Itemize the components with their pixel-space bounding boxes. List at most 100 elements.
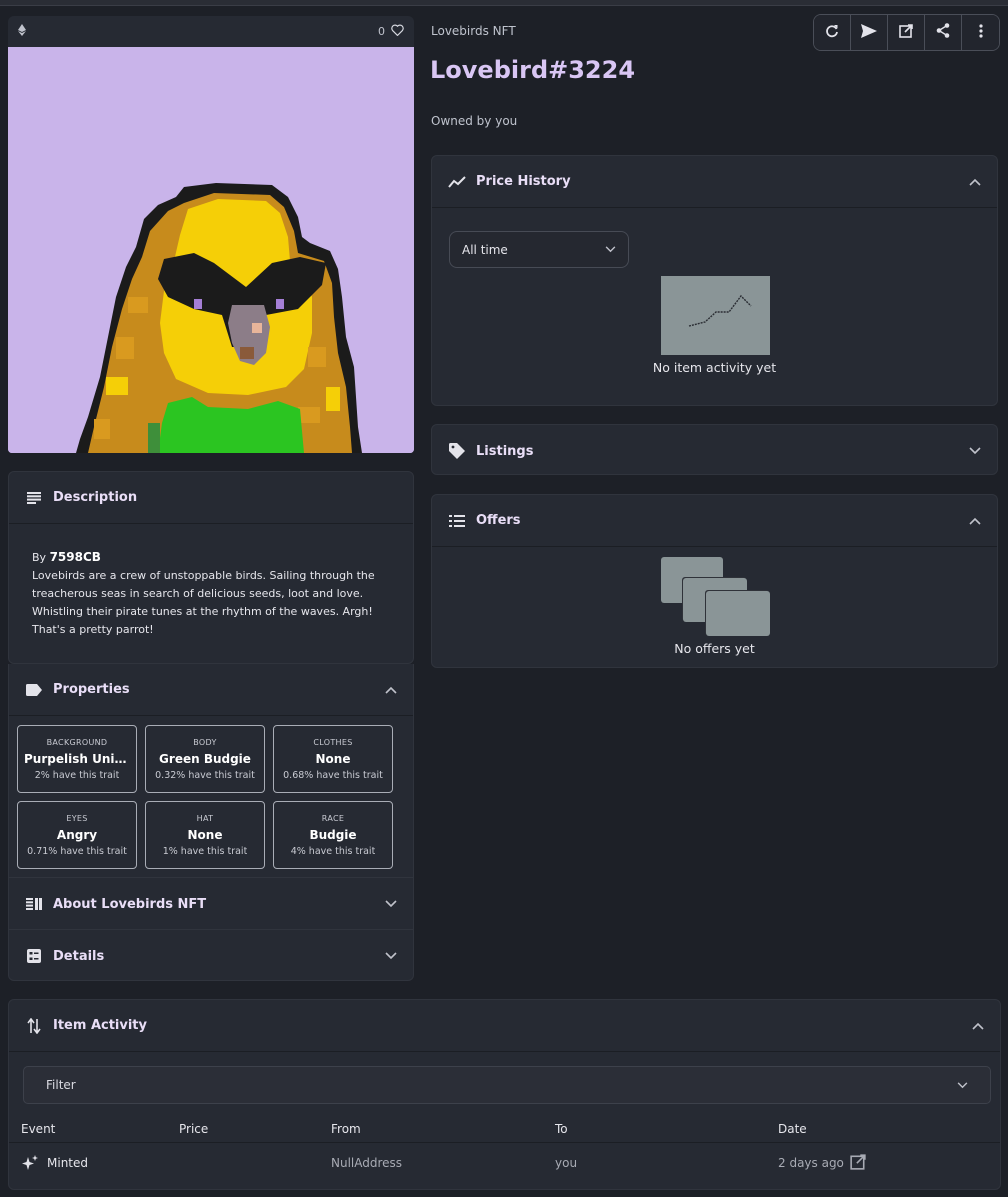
listings-header[interactable]: Listings xyxy=(432,425,997,477)
chevron-down-icon xyxy=(957,1079,968,1092)
item-activity-panel: Item Activity Filter Event Price From To… xyxy=(8,999,1001,1190)
listings-title: Listings xyxy=(476,443,534,459)
price-history-title: Price History xyxy=(476,174,571,189)
open-external-button[interactable] xyxy=(888,15,925,50)
trait-value: None xyxy=(187,827,223,842)
top-bar xyxy=(0,0,1008,6)
details-icon xyxy=(25,947,43,965)
offers-panel: Offers No offers yet xyxy=(431,494,998,668)
trait-card[interactable]: CLOTHES None 0.68% have this trait xyxy=(273,725,393,793)
to-cell[interactable]: you xyxy=(555,1156,577,1170)
chevron-down-icon[interactable] xyxy=(969,444,981,458)
chevron-down-icon[interactable] xyxy=(385,949,397,963)
properties-header[interactable]: Properties xyxy=(9,664,413,716)
properties-title: Properties xyxy=(53,682,130,697)
trait-rarity: 0.71% have this trait xyxy=(27,845,127,857)
column-date: Date xyxy=(778,1122,807,1136)
sparkles-icon xyxy=(21,1154,39,1175)
description-header[interactable]: Description xyxy=(9,472,413,524)
image-card-header: 0 xyxy=(8,16,414,47)
description-title: Description xyxy=(53,490,138,505)
trait-card[interactable]: RACE Budgie 4% have this trait xyxy=(273,801,393,869)
nft-artwork[interactable] xyxy=(8,47,414,453)
external-link-icon xyxy=(899,23,913,42)
trait-rarity: 4% have this trait xyxy=(290,845,376,857)
page-title: Lovebird#3224 xyxy=(430,56,636,84)
trait-value: None xyxy=(315,751,351,766)
more-button[interactable] xyxy=(962,15,999,50)
event-label: Minted xyxy=(47,1156,88,1170)
by-label: By xyxy=(32,551,47,564)
share-button[interactable] xyxy=(925,15,962,50)
time-range-value: All time xyxy=(462,242,508,257)
trait-card[interactable]: EYES Angry 0.71% have this trait xyxy=(17,801,137,869)
empty-chart-illustration xyxy=(661,276,770,355)
collection-link[interactable]: Lovebirds NFT xyxy=(431,24,516,38)
creator-line: By 7598CB xyxy=(32,548,390,567)
trait-card[interactable]: BACKGROUND Purpelish Unicorn 2% have thi… xyxy=(17,725,137,793)
table-row: Minted NullAddress you 2 days ago xyxy=(9,1151,1000,1177)
refresh-button[interactable] xyxy=(814,15,851,50)
filter-label: Filter xyxy=(46,1078,76,1092)
price-history-header[interactable]: Price History xyxy=(432,156,997,208)
collection-icon xyxy=(25,895,43,913)
about-title: About Lovebirds NFT xyxy=(53,896,207,912)
ethereum-icon xyxy=(18,24,26,39)
trait-rarity: 0.32% have this trait xyxy=(155,769,255,781)
offers-title: Offers xyxy=(476,513,521,528)
trait-type: RACE xyxy=(321,813,345,823)
column-from: From xyxy=(331,1122,361,1136)
creator-link[interactable]: 7598CB xyxy=(50,550,101,564)
external-link-icon[interactable] xyxy=(850,1154,866,1173)
chevron-up-icon[interactable] xyxy=(969,514,981,528)
tag-icon xyxy=(25,681,43,699)
details-title: Details xyxy=(53,948,105,964)
trending-icon xyxy=(448,173,466,191)
time-range-select[interactable]: All time xyxy=(449,231,629,268)
description-text: Lovebirds are a crew of unstoppable bird… xyxy=(32,569,375,636)
heart-icon[interactable] xyxy=(391,24,404,39)
trait-type: EYES xyxy=(66,813,88,823)
traits-grid: BACKGROUND Purpelish Unicorn 2% have thi… xyxy=(17,725,397,869)
trait-type: BACKGROUND xyxy=(46,737,108,747)
action-toolbar xyxy=(813,14,1000,51)
price-history-empty: No item activity yet xyxy=(652,360,777,375)
price-history-panel: Price History All time No item activity … xyxy=(431,155,998,406)
offers-header[interactable]: Offers xyxy=(432,495,997,547)
trait-card[interactable]: BODY Green Budgie 0.32% have this trait xyxy=(145,725,265,793)
description-panel: Description By 7598CB Lovebirds are a cr… xyxy=(8,471,414,664)
trait-rarity: 2% have this trait xyxy=(34,769,120,781)
trait-value: Purpelish Unicorn xyxy=(24,751,130,766)
trait-rarity: 0.68% have this trait xyxy=(283,769,383,781)
chevron-down-icon xyxy=(605,243,616,256)
trait-value: Budgie xyxy=(309,827,357,842)
chevron-down-icon[interactable] xyxy=(385,897,397,911)
more-icon xyxy=(978,23,983,42)
transfer-button[interactable] xyxy=(851,15,888,50)
activity-filter-select[interactable]: Filter xyxy=(23,1066,991,1104)
refresh-icon xyxy=(825,23,839,42)
about-header[interactable]: About Lovebirds NFT xyxy=(9,878,413,930)
swap-vertical-icon xyxy=(25,1017,43,1035)
trait-value: Green Budgie xyxy=(159,751,251,766)
details-header[interactable]: Details xyxy=(9,930,413,982)
date-cell: 2 days ago xyxy=(778,1156,844,1170)
trait-card[interactable]: HAT None 1% have this trait xyxy=(145,801,265,869)
from-cell[interactable]: NullAddress xyxy=(331,1156,402,1170)
likes[interactable]: 0 xyxy=(378,24,404,39)
trait-type: BODY xyxy=(193,737,217,747)
chevron-up-icon[interactable] xyxy=(385,683,397,697)
item-activity-header[interactable]: Item Activity xyxy=(9,1000,1000,1052)
like-count: 0 xyxy=(378,25,385,38)
description-body: By 7598CB Lovebirds are a crew of unstop… xyxy=(9,524,413,663)
column-to: To xyxy=(555,1122,568,1136)
column-event: Event xyxy=(21,1122,56,1136)
chevron-up-icon[interactable] xyxy=(969,175,981,189)
list-icon xyxy=(448,512,466,530)
properties-panel: Properties BACKGROUND Purpelish Unicorn … xyxy=(8,664,414,878)
listings-panel: Listings xyxy=(431,424,998,475)
about-panel: About Lovebirds NFT xyxy=(8,878,414,930)
chevron-up-icon[interactable] xyxy=(972,1019,984,1033)
owner-label: Owned by you xyxy=(431,114,518,128)
trait-type: HAT xyxy=(196,813,214,823)
